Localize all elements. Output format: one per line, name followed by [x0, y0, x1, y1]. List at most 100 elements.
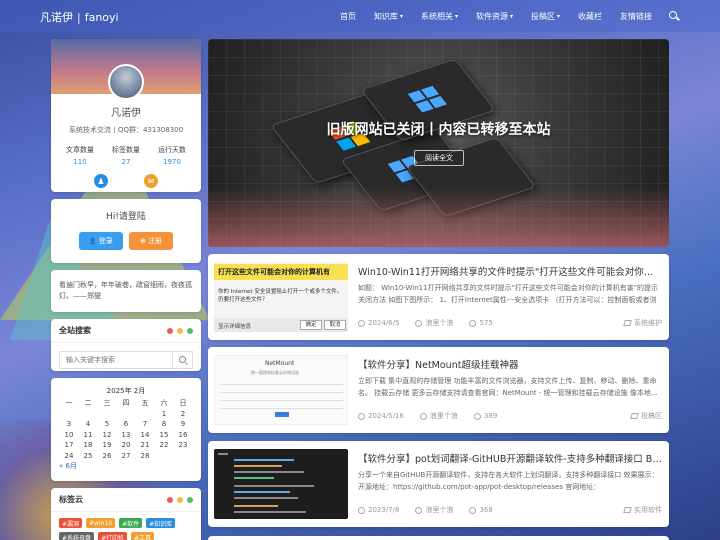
profile-name: 凡诺伊 [111, 108, 141, 119]
weekday: 一 [65, 399, 73, 408]
thumb-logo: NetMount [265, 360, 295, 367]
post-card[interactable]: 【软件分享】pot划词翻译-GitHUB开源翻译软件-支持多种翻译接口 By..… [208, 441, 669, 527]
widget-header: 全站搜索 [51, 319, 201, 343]
calendar-day: 3 [66, 420, 72, 429]
calendar-day: 15 [159, 430, 169, 439]
login-button[interactable]: 👤 登录 [79, 232, 123, 250]
calendar-week: 17 18 19 20 21 22 23 [60, 440, 193, 451]
site-logo[interactable]: 凡诺伊 | fanoyi [40, 9, 119, 25]
post-title[interactable]: 【软件分享】pot划词翻译-GitHUB开源翻译软件-支持多种翻译接口 By..… [358, 451, 662, 465]
search-submit-button[interactable] [173, 351, 193, 369]
thumb-cancel: 取消 [324, 320, 346, 330]
tag-list: #漏洞 #win10 #软件 #知识库 #系统母盘 #打印机 #工具 [51, 512, 201, 540]
date-text: 2024/5/16 [368, 412, 404, 420]
nav-item-links[interactable]: 友情链接 [620, 11, 652, 22]
avatar[interactable] [108, 64, 144, 100]
tag-item[interactable]: #知识库 [146, 518, 176, 528]
post-category[interactable]: 投稿区 [630, 411, 662, 421]
nav-item-submit[interactable]: 投稿区 ▾ [531, 11, 560, 22]
post-author[interactable]: 浪里个浪 [415, 505, 453, 515]
clock-icon [358, 506, 365, 514]
mail-icon[interactable]: ✉ [144, 174, 158, 188]
button-label: 注册 [147, 237, 162, 245]
social-links: ♟ ✉ [51, 174, 201, 188]
post-date: 2023/7/8 [358, 506, 399, 514]
post-title[interactable]: 【软件分享】NetMount超级挂载神器 [358, 357, 662, 371]
thumb-line [234, 505, 278, 507]
weekday: 二 [84, 399, 92, 408]
hero-banner[interactable]: 旧版网站已关闭丨内容已转移至本站 阅读全文 [208, 39, 669, 247]
search-icon[interactable] [668, 10, 680, 22]
calendar-day: 18 [83, 441, 93, 450]
post-date: 2024/5/16 [358, 412, 404, 420]
tag-item[interactable]: #win10 [86, 518, 116, 528]
nav-item-knowledge[interactable]: 知识库 ▾ [374, 11, 403, 22]
post-card[interactable]: 打开这些文件可能会对你的计算机有 你的 Internet 安全设置阻止打开一个或… [208, 254, 669, 340]
post-category[interactable]: 系统维护 [623, 318, 662, 328]
search-input[interactable] [59, 351, 173, 369]
thumb-subtitle: 统一管理和挂载云存储设施 [251, 370, 299, 375]
post-thumbnail[interactable] [214, 449, 348, 519]
tag-item[interactable]: #工具 [131, 532, 155, 540]
calendar-week: 10 11 12 13 14 15 16 [60, 430, 193, 441]
search-widget: 全站搜索 [51, 319, 201, 371]
nav-item-system[interactable]: 系统相关 ▾ [421, 11, 458, 22]
category-text: 系统维护 [634, 319, 662, 327]
hero-fade [208, 187, 669, 247]
post-thumbnail[interactable]: 打开这些文件可能会对你的计算机有 你的 Internet 安全设置阻止打开一个或… [214, 262, 348, 332]
tag-item[interactable]: #系统母盘 [59, 532, 95, 540]
nav-item-favorites[interactable]: 收藏栏 [578, 11, 602, 22]
logo-separator: | [77, 11, 81, 24]
nav-label: 知识库 [373, 11, 398, 21]
post-thumbnail[interactable]: NetMount 统一管理和挂载云存储设施 [214, 355, 348, 425]
post-author[interactable]: 浪里个浪 [419, 411, 458, 421]
post-title[interactable]: Win10-Win11打开网络共享的文件时提示"打开这些文件可能会对你的计算机有… [358, 264, 662, 278]
post-excerpt: 如题： Win10-Win11打开网络共享的文件时提示"打开这些文件可能会对你的… [358, 284, 659, 304]
thumb-button [275, 412, 289, 417]
calendar-day: 24 [64, 451, 74, 460]
calendar-widget: 2025年 2月 一 二 三 四 五 六 日 12 3456789 10 11 12… [51, 378, 201, 481]
windows-logo-icon [407, 85, 447, 113]
calendar-prev-link[interactable]: « 6月 [51, 461, 201, 471]
read-more-button[interactable]: 阅读全文 [414, 150, 464, 166]
user-icon [415, 506, 423, 514]
post-category[interactable]: 实用软件 [623, 505, 662, 515]
folder-icon [630, 413, 639, 419]
nav-item-home[interactable]: 首页 [340, 11, 356, 22]
tag-item[interactable]: #漏洞 [59, 518, 83, 528]
eye-icon [469, 319, 477, 327]
post-card[interactable] [208, 536, 669, 540]
weekday: 六 [160, 399, 168, 408]
calendar-day: 23 [178, 441, 188, 450]
post-card[interactable]: NetMount 统一管理和挂载云存储设施 【软件分享】NetMount超级挂载… [208, 347, 669, 433]
profile-stats: 文章数量 110 标签数量 27 运行天数 1970 [51, 145, 201, 166]
qq-icon[interactable]: ♟ [94, 174, 108, 188]
register-button[interactable]: ⊕ 注册 [129, 232, 173, 250]
post-meta: 2023/7/8 浪里个浪 368 实用软件 [358, 505, 662, 515]
calendar-day [60, 409, 79, 420]
thumb-line [218, 453, 228, 455]
profile-description: 系统技术交流丨QQ群：431308300 [68, 126, 184, 134]
calendar-day: 17 [64, 441, 74, 450]
thumb-row [221, 388, 343, 393]
thumb-row [221, 404, 343, 409]
stat-label: 运行天数 [158, 146, 186, 154]
dot-green [187, 496, 193, 503]
dot-yellow [177, 327, 183, 334]
window-dots [167, 327, 193, 334]
plus-circle-icon: ⊕ [140, 237, 146, 245]
calendar-day: 2 [180, 409, 186, 418]
calendar-caption: 2025年 2月 [106, 387, 146, 395]
nav-item-software[interactable]: 软件资源 ▾ [476, 11, 513, 22]
chevron-down-icon: ▾ [556, 12, 560, 20]
user-icon [415, 319, 423, 327]
tag-item[interactable]: #打印机 [98, 532, 128, 540]
logo-text-en: fanoyi [84, 11, 119, 24]
stat-value: 110 [73, 158, 87, 166]
weekday: 日 [179, 399, 187, 408]
tag-item[interactable]: #软件 [119, 518, 143, 528]
logo-text: 凡诺伊 [40, 11, 73, 24]
calendar-day: 1 [161, 409, 167, 418]
post-author[interactable]: 浪里个浪 [415, 318, 453, 328]
calendar-day [136, 409, 155, 420]
